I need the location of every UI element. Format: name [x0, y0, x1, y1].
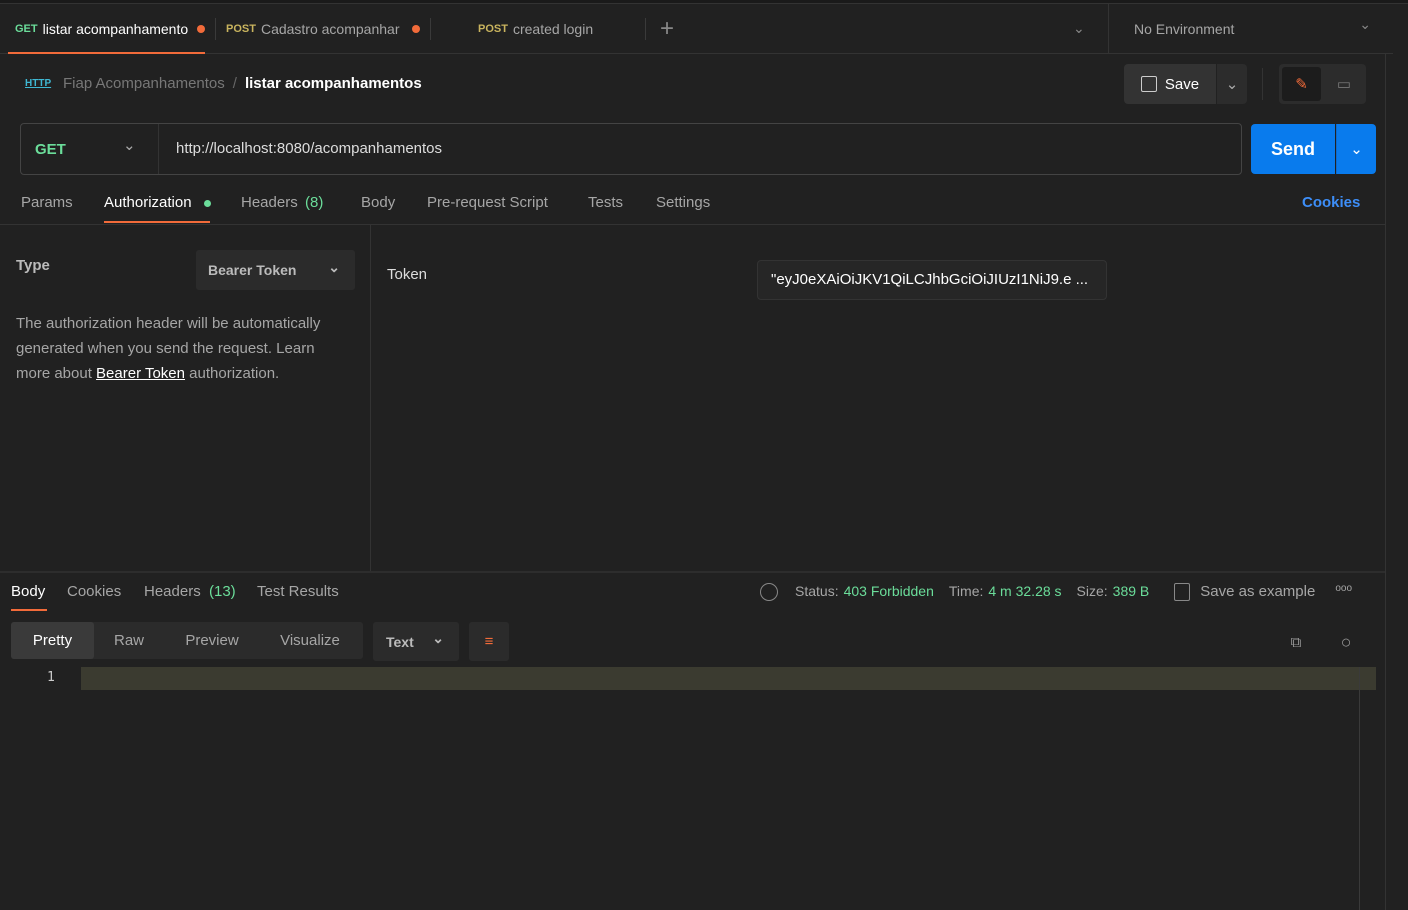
cookies-link[interactable]: Cookies: [1302, 194, 1360, 211]
line-number: 1: [47, 670, 55, 685]
tab-params[interactable]: Params: [21, 194, 73, 211]
more-options-icon[interactable]: ooo: [1335, 583, 1352, 601]
format-select[interactable]: Text ⌄: [373, 622, 459, 661]
headers-count: (8): [305, 194, 324, 211]
tab-label: Cadastro acompanhar: [260, 20, 400, 37]
tab-created-login[interactable]: POST created login: [478, 4, 593, 53]
chevron-down-icon: ⌄: [328, 259, 340, 275]
tab-authorization[interactable]: Authorization: [104, 194, 192, 211]
tab-body[interactable]: Body: [361, 194, 395, 211]
new-tab-plus-icon[interactable]: +: [660, 4, 674, 53]
chevron-down-icon: ⌄: [1359, 16, 1371, 32]
tab-headers[interactable]: Headers: [241, 194, 298, 211]
tab-cadastro[interactable]: POST Cadastro acompanhar: [226, 4, 422, 53]
response-tab-headers[interactable]: Headers: [144, 583, 201, 600]
send-options-chevron-icon[interactable]: ⌄: [1336, 124, 1376, 174]
environment-selector[interactable]: No Environment ⌄: [1108, 4, 1393, 54]
http-icon: HTTP: [25, 78, 52, 89]
view-mode-toggle: Pretty Raw Preview Visualize: [11, 622, 363, 659]
globe-icon[interactable]: [760, 583, 778, 601]
save-icon: [1174, 583, 1191, 601]
response-tab-body[interactable]: Body: [11, 583, 45, 600]
tab-tests[interactable]: Tests: [588, 194, 623, 211]
breadcrumb: HTTP Fiap Acompanhamentos / listar acomp…: [25, 75, 422, 92]
tabs-chevron-down-icon[interactable]: ⌄: [1073, 4, 1085, 53]
save-options-chevron-icon[interactable]: ⌄: [1217, 64, 1247, 104]
size-value[interactable]: 389 B: [1113, 583, 1150, 601]
active-tab-indicator: [11, 609, 47, 611]
auth-type-select[interactable]: Bearer Token ⌄: [196, 250, 355, 290]
unsaved-dot: [197, 24, 205, 33]
view-preview[interactable]: Preview: [164, 622, 260, 659]
edit-pencil-icon[interactable]: ✎: [1282, 67, 1321, 101]
format-value: Text: [386, 633, 414, 650]
size-label: Size:: [1076, 583, 1108, 599]
editor-scrollbar[interactable]: [1359, 667, 1360, 910]
breadcrumb-separator: /: [232, 75, 237, 92]
comments-icon[interactable]: ▭: [1326, 67, 1362, 101]
method-badge: POST: [226, 22, 256, 35]
url-bar: GET ⌄ http://localhost:8080/acompanhamen…: [20, 123, 1242, 175]
auth-type-label: Type: [16, 257, 50, 274]
tab-label: created login: [512, 20, 594, 37]
chevron-down-icon: ⌄: [432, 630, 444, 646]
method-badge: GET: [15, 22, 38, 35]
time-value[interactable]: 4 m 32.28 s: [988, 583, 1061, 601]
view-pretty[interactable]: Pretty: [11, 622, 94, 659]
search-icon[interactable]: ○: [1334, 630, 1358, 654]
token-input[interactable]: "eyJ0eXAiOiJKV1QiLCJhbGciOiJIUzI1NiJ9.e …: [757, 260, 1107, 300]
tab-label: listar acompanhamento: [42, 20, 189, 37]
description-text: authorization.: [185, 365, 280, 382]
auth-description: The authorization header will be automat…: [16, 311, 351, 386]
wrap-lines-icon[interactable]: ≡: [469, 622, 509, 661]
breadcrumb-request[interactable]: listar acompanhamentos: [245, 75, 422, 92]
environment-label: No Environment: [1134, 20, 1235, 37]
breadcrumb-collection[interactable]: Fiap Acompanhamentos: [63, 75, 225, 92]
response-tab-test-results[interactable]: Test Results: [257, 583, 339, 600]
bearer-token-link[interactable]: Bearer Token: [96, 365, 185, 382]
copy-icon[interactable]: ⧉: [1284, 630, 1308, 654]
tab-pre-request-script[interactable]: Pre-request Script: [427, 194, 548, 211]
response-meta: Status: 403 Forbidden Time: 4 m 32.28 s …: [760, 583, 1352, 601]
method-badge: POST: [478, 22, 508, 35]
save-label: Save: [1164, 75, 1200, 93]
status-value[interactable]: 403 Forbidden: [844, 583, 934, 601]
token-label: Token: [387, 266, 428, 283]
time-label: Time:: [948, 583, 984, 599]
active-tab-indicator: [8, 52, 205, 54]
auth-type-value: Bearer Token: [208, 262, 297, 278]
active-tab-indicator: [104, 221, 210, 223]
tab-settings[interactable]: Settings: [656, 194, 710, 211]
save-button[interactable]: Save: [1124, 64, 1216, 104]
method-select[interactable]: GET ⌄: [21, 124, 159, 174]
chevron-down-icon: ⌄: [123, 137, 136, 154]
right-panel-divider: [1385, 54, 1386, 910]
view-visualize[interactable]: Visualize: [260, 622, 360, 659]
view-raw[interactable]: Raw: [94, 622, 164, 659]
url-input[interactable]: http://localhost:8080/acompanhamentos: [176, 140, 442, 157]
save-as-example-button[interactable]: Save as example: [1200, 583, 1315, 601]
tab-listar[interactable]: GET listar acompanhamento: [15, 4, 205, 53]
send-button[interactable]: Send: [1251, 124, 1335, 174]
unsaved-dot: [411, 24, 420, 33]
response-headers-count: (13): [209, 583, 236, 600]
method-value: GET: [35, 140, 66, 158]
status-label: Status:: [795, 583, 839, 599]
request-tab-bar: GET listar acompanhamento POST Cadastro …: [0, 4, 1108, 54]
response-tab-cookies[interactable]: Cookies: [67, 583, 121, 600]
save-icon: [1140, 76, 1157, 92]
response-body-editor[interactable]: [81, 667, 1376, 690]
active-dot: [204, 200, 211, 207]
